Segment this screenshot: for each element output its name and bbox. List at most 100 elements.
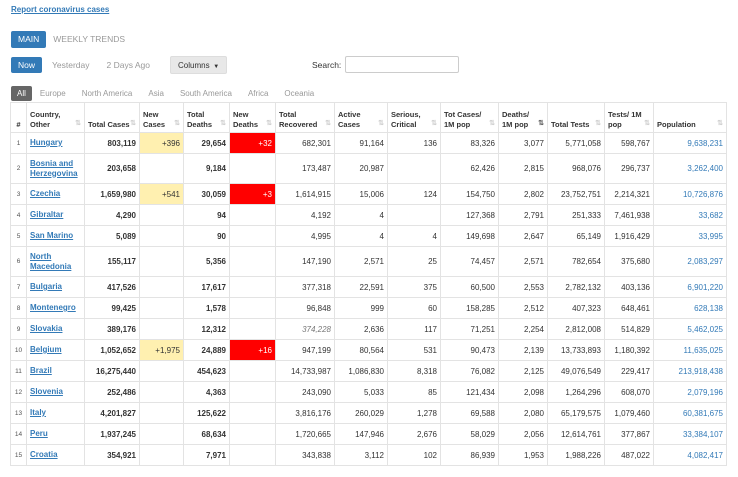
new-cases-cell xyxy=(139,381,184,403)
tab-south-america[interactable]: South America xyxy=(174,86,238,101)
col-header-rank[interactable]: # xyxy=(10,102,27,133)
country-link[interactable]: Czechia xyxy=(30,189,60,198)
country-link[interactable]: Slovakia xyxy=(30,324,62,333)
col-header-label: Tot Cases/ 1M pop xyxy=(444,110,482,129)
country-link[interactable]: Slovenia xyxy=(30,387,63,396)
country-link[interactable]: Bulgaria xyxy=(30,282,62,291)
col-header-tests-per-1m[interactable]: Tests/ 1M pop ⇅ xyxy=(604,102,654,133)
col-header-country[interactable]: Country, Other ⇅ xyxy=(26,102,85,133)
tests-per-1m-cell: 514,829 xyxy=(604,318,654,340)
total-deaths-cell: 90 xyxy=(183,225,230,247)
deaths-per-1m-cell: 2,512 xyxy=(498,297,548,319)
table-row: 11 Brazil 16,275,440 454,623 14,733,987 1,086… xyxy=(10,360,727,382)
search-input[interactable] xyxy=(345,56,459,73)
col-header-active-cases[interactable]: Active Cases ⇅ xyxy=(334,102,388,133)
total-cases-cell: 99,425 xyxy=(84,297,140,319)
cases-per-1m-cell: 90,473 xyxy=(440,339,499,361)
tests-per-1m-cell: 487,022 xyxy=(604,444,654,466)
tab-main[interactable]: MAIN xyxy=(11,31,47,48)
col-header-total-cases[interactable]: Total Cases ⇅ xyxy=(84,102,140,133)
table-row: 4 Gibraltar 4,290 94 4,192 4 127,368 2,791 251,3… xyxy=(10,204,727,226)
col-header-cases-per-1m[interactable]: Tot Cases/ 1M pop ⇅ xyxy=(440,102,499,133)
total-cases-cell: 389,176 xyxy=(84,318,140,340)
sort-icon: ⇅ xyxy=(378,120,384,127)
country-link[interactable]: Peru xyxy=(30,429,48,438)
col-header-total-recovered[interactable]: Total Recovered ⇅ xyxy=(275,102,335,133)
sort-icon: ⇅ xyxy=(644,120,650,127)
country-link[interactable]: Hungary xyxy=(30,138,62,147)
country-cell: North Macedonia xyxy=(26,246,85,277)
tab-all[interactable]: All xyxy=(11,86,32,101)
serious-critical-cell: 136 xyxy=(387,132,441,154)
deaths-per-1m-cell: 2,139 xyxy=(498,339,548,361)
country-cell: Brazil xyxy=(26,360,85,382)
columns-button[interactable]: Columns ▼ xyxy=(170,56,228,74)
col-header-deaths-per-1m[interactable]: Deaths/ 1M pop ⇅ xyxy=(498,102,548,133)
serious-critical-cell: 117 xyxy=(387,318,441,340)
total-tests-cell: 12,614,761 xyxy=(547,423,605,445)
tab-2-days-ago[interactable]: 2 Days Ago xyxy=(100,57,157,73)
total-tests-cell: 2,782,132 xyxy=(547,276,605,298)
country-cell: Italy xyxy=(26,402,85,424)
country-cell: Bulgaria xyxy=(26,276,85,298)
country-cell: Montenegro xyxy=(26,297,85,319)
country-cell: Hungary xyxy=(26,132,85,154)
col-header-new-deaths[interactable]: New Deaths ⇅ xyxy=(229,102,276,133)
rank-cell: 3 xyxy=(10,183,27,205)
tab-europe[interactable]: Europe xyxy=(34,86,72,101)
country-cell: Peru xyxy=(26,423,85,445)
tests-per-1m-cell: 608,070 xyxy=(604,381,654,403)
total-cases-cell: 4,201,827 xyxy=(84,402,140,424)
country-cell: Bosnia and Herzegovina xyxy=(26,153,85,184)
country-link[interactable]: North Macedonia xyxy=(30,252,71,271)
country-link[interactable]: Gibraltar xyxy=(30,210,63,219)
tests-per-1m-cell: 2,214,321 xyxy=(604,183,654,205)
col-header-label: Serious, Critical xyxy=(391,110,421,129)
serious-critical-cell: 375 xyxy=(387,276,441,298)
col-header-new-cases[interactable]: New Cases ⇅ xyxy=(139,102,184,133)
tab-north-america[interactable]: North America xyxy=(76,86,139,101)
deaths-per-1m-cell: 2,791 xyxy=(498,204,548,226)
col-header-total-deaths[interactable]: Total Deaths ⇅ xyxy=(183,102,230,133)
country-link[interactable]: Croatia xyxy=(30,450,58,459)
new-deaths-cell xyxy=(229,381,276,403)
tab-now[interactable]: Now xyxy=(11,57,43,73)
new-cases-cell xyxy=(139,276,184,298)
total-tests-cell: 65,179,575 xyxy=(547,402,605,424)
total-recovered-cell: 4,192 xyxy=(275,204,335,226)
deaths-per-1m-cell: 2,098 xyxy=(498,381,548,403)
tab-yesterday[interactable]: Yesterday xyxy=(45,57,97,73)
new-cases-cell xyxy=(139,444,184,466)
caret-down-icon: ▼ xyxy=(211,64,220,70)
col-header-population[interactable]: Population ⇅ xyxy=(653,102,727,133)
cases-per-1m-cell: 58,029 xyxy=(440,423,499,445)
country-link[interactable]: Bosnia and Herzegovina xyxy=(30,159,78,178)
population-cell: 33,995 xyxy=(653,225,727,247)
active-cases-cell: 2,636 xyxy=(334,318,388,340)
new-cases-cell xyxy=(139,225,184,247)
tab-asia[interactable]: Asia xyxy=(142,86,170,101)
sort-icon: ⇅ xyxy=(538,120,544,127)
tab-weekly-trends[interactable]: WEEKLY TRENDS xyxy=(46,31,132,48)
tab-africa[interactable]: Africa xyxy=(242,86,274,101)
population-cell: 2,083,297 xyxy=(653,246,727,277)
col-header-total-tests[interactable]: Total Tests ⇅ xyxy=(547,102,605,133)
population-cell: 4,082,417 xyxy=(653,444,727,466)
country-link[interactable]: Montenegro xyxy=(30,303,76,312)
country-link[interactable]: San Marino xyxy=(30,231,73,240)
sort-icon: ⇅ xyxy=(266,120,272,127)
cases-per-1m-cell: 62,426 xyxy=(440,153,499,184)
population-cell: 3,262,400 xyxy=(653,153,727,184)
new-deaths-cell xyxy=(229,444,276,466)
country-link[interactable]: Italy xyxy=(30,408,46,417)
serious-critical-cell: 85 xyxy=(387,381,441,403)
table-row: 14 Peru 1,937,245 68,634 1,720,665 147,946 2,6… xyxy=(10,423,727,445)
rank-cell: 2 xyxy=(10,153,27,184)
country-link[interactable]: Belgium xyxy=(30,345,62,354)
country-link[interactable]: Brazil xyxy=(30,366,52,375)
col-header-serious-critical[interactable]: Serious, Critical ⇅ xyxy=(387,102,441,133)
tab-oceania[interactable]: Oceania xyxy=(278,86,320,101)
report-cases-link[interactable]: Report coronavirus cases xyxy=(11,5,109,14)
col-header-label: New Deaths xyxy=(233,110,259,129)
tests-per-1m-cell: 229,417 xyxy=(604,360,654,382)
